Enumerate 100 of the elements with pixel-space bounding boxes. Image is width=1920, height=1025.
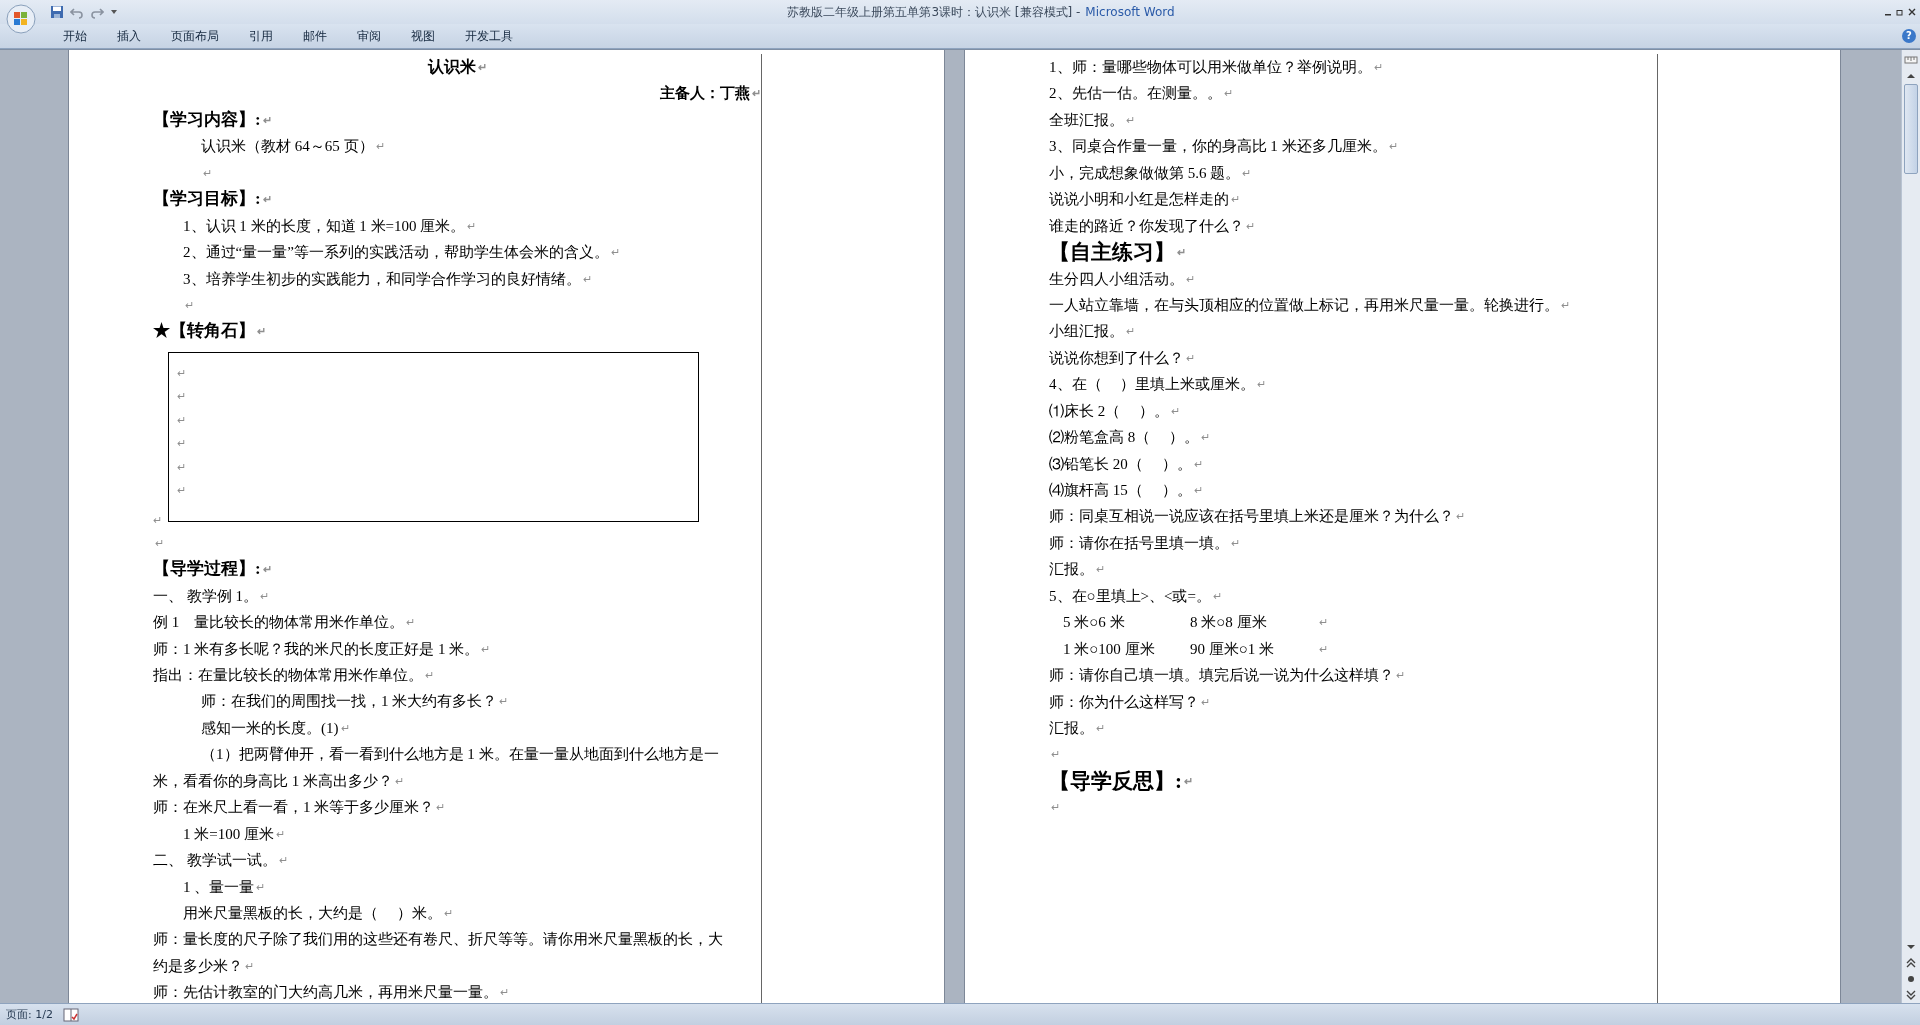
paragraph-mark: ↵ (1126, 113, 1135, 126)
body-text: ⑷旗杆高 15（ ）。 (1049, 482, 1192, 498)
close-icon[interactable] (1908, 8, 1916, 16)
section-heading: 【自主练习】 (1049, 240, 1175, 265)
paragraph-mark: ↵ (500, 986, 509, 999)
body-text: 师：同桌互相说一说应该在括号里填上米还是厘米？为什么？ (1049, 508, 1454, 525)
paragraph-mark: ↵ (1257, 378, 1267, 391)
body-text: 认识米（教材 64～65 页） (201, 138, 374, 155)
paragraph-mark: ↵ (1201, 431, 1210, 444)
body-text: 二、 教学试一试。 (153, 852, 277, 869)
dropdown-icon[interactable] (110, 8, 118, 16)
body-text: 师：在我们的周围找一找，1 米大约有多长？ (201, 693, 498, 710)
body-text: 生分四人小组活动。 (1049, 270, 1184, 287)
scroll-thumb[interactable] (1904, 84, 1918, 174)
body-text: 一、 教学例 1。 (153, 587, 258, 604)
paragraph-mark: ↵ (467, 219, 477, 232)
page-count[interactable]: 页面: 1/2 (6, 1007, 53, 1022)
paragraph-mark: ↵ (262, 113, 272, 126)
paragraph-mark: ↵ (1193, 484, 1203, 496)
save-icon[interactable] (50, 5, 64, 19)
paragraph-mark: ↵ (1184, 774, 1193, 787)
paragraph-mark: ↵ (262, 193, 272, 206)
body-text: 小，完成想象做做第 5.6 题。 (1049, 164, 1241, 181)
body-text: 指出：在量比较长的物体常用米作单位。 (153, 667, 423, 683)
body-text: 5 米○6 米 (1063, 613, 1126, 633)
ribbon-tab[interactable]: 审阅 (342, 24, 396, 48)
section-heading: 【导学反思】: (1049, 768, 1182, 793)
body-text: ⑴床长 2（ ）。 (1049, 402, 1169, 419)
body-text: 90 厘米○1 米 (1190, 639, 1276, 659)
paragraph-mark: ↵ (1171, 404, 1180, 417)
paragraph-mark: ↵ (395, 774, 404, 787)
body-text: 1 米○100 厘米 (1063, 639, 1156, 659)
body-text: 说说你想到了什么？ (1049, 349, 1184, 366)
ribbon-tab[interactable]: 引用 (234, 24, 288, 48)
body-text: 8 米○8 厘米 (1190, 613, 1268, 633)
next-page-icon[interactable] (1904, 988, 1918, 1002)
vertical-scrollbar[interactable] (1901, 50, 1920, 1003)
paragraph-mark: ↵ (1231, 193, 1240, 206)
paragraph-mark: ↵ (1051, 801, 1060, 814)
ribbon-tab[interactable]: 视图 (396, 24, 450, 48)
paragraph-mark: ↵ (1051, 748, 1060, 761)
body-text: 2、先估一估。在测量。。 (1049, 85, 1222, 102)
body-text: 师：请你自己填一填。填完后说一说为什么这样填？ (1049, 667, 1394, 684)
paragraph-mark: ↵ (177, 390, 186, 403)
ribbon-tab[interactable]: 页面布局 (156, 24, 234, 48)
paragraph-mark: ↵ (443, 906, 453, 919)
paragraph-mark: ↵ (177, 437, 186, 450)
paragraph-mark: ↵ (1186, 272, 1195, 285)
previous-page-icon[interactable] (1904, 956, 1918, 970)
ribbon-tab[interactable]: 开始 (48, 24, 102, 48)
paragraph-mark: ↵ (425, 669, 434, 681)
paragraph-mark: ↵ (275, 827, 285, 840)
paragraph-mark: ↵ (177, 413, 186, 426)
body-text: ⑶铅笔长 20（ ）。 (1049, 455, 1192, 472)
body-text: 1、师：量哪些物体可以用米做单位？举例说明。 (1049, 59, 1372, 75)
paragraph-mark: ↵ (1096, 721, 1105, 734)
body-text: 师：在米尺上看一看，1 米等于多少厘米？ (153, 799, 435, 816)
section-heading: ★【转角石】 (153, 321, 255, 341)
restore-icon[interactable] (1896, 8, 1904, 16)
paragraph-mark: ↵ (1456, 510, 1465, 523)
document-title: 认识米 (427, 58, 476, 75)
body-text: 5、在○里填上>、<或=。 (1049, 587, 1211, 604)
help-button[interactable]: ? (1902, 29, 1916, 43)
body-text: 师：你为什么这样写？ (1049, 693, 1199, 710)
body-text: 谁走的路近？你发现了什么？ (1049, 217, 1244, 234)
ribbon-tab[interactable]: 开发工具 (450, 24, 528, 48)
paragraph-mark: ↵ (1212, 589, 1222, 602)
body-text: ⑵粉笔盒高 8（ ）。 (1049, 429, 1199, 446)
body-text: 小组汇报。 (1049, 323, 1124, 340)
section-heading: 【导学过程】: (153, 559, 261, 579)
paragraph-mark: ↵ (153, 512, 162, 528)
body-text: 师：请你在括号里填一填。 (1049, 534, 1229, 551)
paragraph-mark: ↵ (481, 642, 491, 655)
paragraph-mark: ↵ (177, 460, 186, 473)
paragraph-mark: ↵ (477, 61, 487, 73)
paragraph-mark: ↵ (610, 246, 620, 259)
ribbon-tab[interactable]: 邮件 (288, 24, 342, 48)
body-text: 汇报。 (1049, 719, 1094, 736)
paragraph-mark: ↵ (436, 801, 446, 814)
paragraph-mark: ↵ (1231, 536, 1240, 549)
paragraph-mark: ↵ (1246, 219, 1255, 232)
paragraph-mark: ↵ (1201, 695, 1210, 708)
paragraph-mark: ↵ (1319, 615, 1328, 631)
body-text: 例 1 量比较长的物体常用米作单位。 (153, 614, 405, 631)
paragraph-mark: ↵ (375, 140, 385, 153)
paragraph-mark: ↵ (1177, 246, 1186, 259)
section-heading: 【学习目标】: (153, 189, 261, 209)
paragraph-mark: ↵ (582, 272, 592, 285)
paragraph-mark: ↵ (499, 695, 509, 708)
body-text: （1）把两臂伸开，看一看到什么地方是 1 米。在量一量从地面到什么地方是一 (201, 746, 719, 763)
ribbon-tab[interactable]: 插入 (102, 24, 156, 48)
paragraph-mark: ↵ (278, 854, 288, 867)
body-text: 感知一米的长度。(1) (201, 719, 339, 736)
paragraph-mark: ↵ (262, 563, 272, 576)
paragraph-mark: ↵ (203, 166, 212, 179)
body-text: 汇报。 (1049, 561, 1094, 578)
body-text: 约是多少米？ (153, 957, 243, 974)
book-icon[interactable] (62, 1007, 79, 1022)
body-text: 师：量长度的尺子除了我们用的这些还有卷尺、折尺等等。请你用米尺量黑板的长，大 (153, 931, 723, 948)
paragraph-mark: ↵ (245, 959, 254, 972)
